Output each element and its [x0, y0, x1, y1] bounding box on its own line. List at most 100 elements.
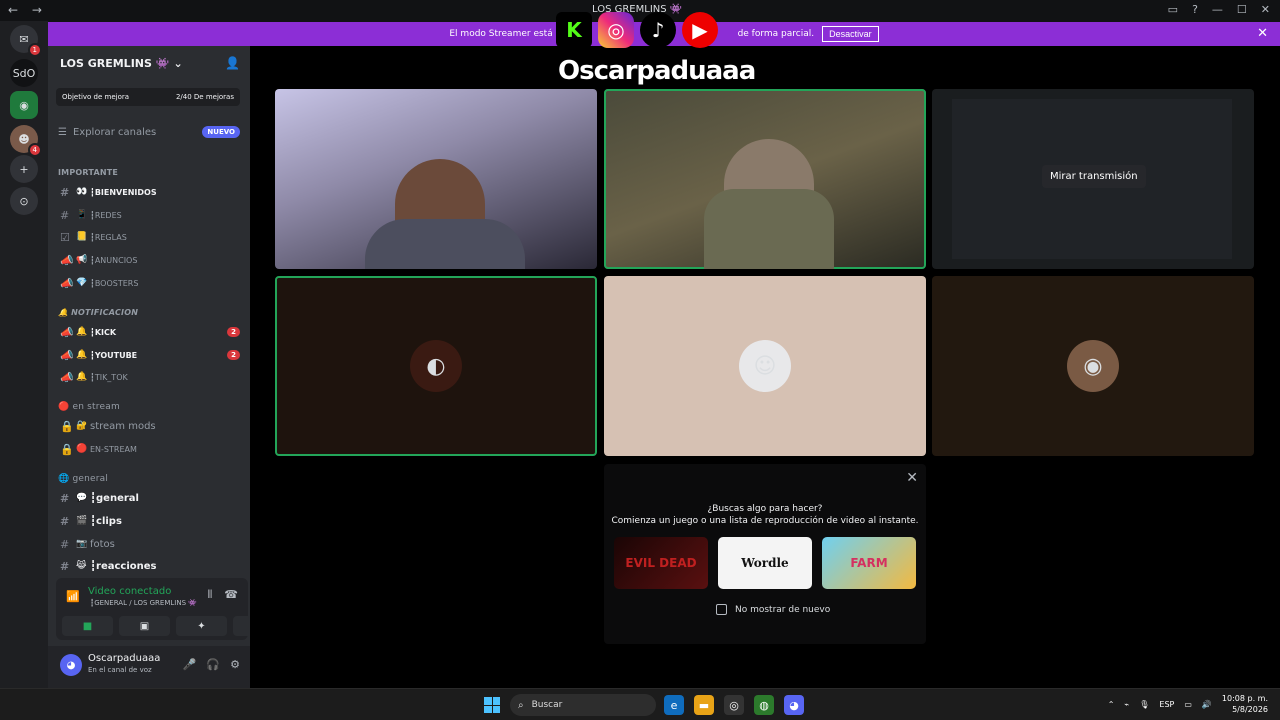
channel-anuncios[interactable]: 📣 📢 ┇ANUNCIOS — [60, 251, 240, 269]
file-explorer-icon[interactable]: ▬ — [694, 695, 714, 715]
microphone-icon[interactable]: 🎤 — [183, 658, 197, 671]
dont-show-checkbox[interactable] — [716, 604, 727, 615]
display-icon[interactable]: ▭ — [1184, 700, 1192, 709]
channel-redes[interactable]: # 📱 ┇REDES — [60, 206, 240, 224]
channel-youtube[interactable]: 📣 🔔 ┇YOUTUBE 2 — [60, 346, 240, 364]
video-tile-1[interactable] — [275, 89, 597, 269]
kick-logo-icon: K — [556, 12, 592, 48]
disable-streamer-button[interactable]: Desactivar — [822, 26, 879, 42]
search-icon: ⌕ — [518, 699, 524, 711]
gremlins-badge: 4 — [27, 143, 42, 157]
chevron-down-icon: ⌄ — [173, 56, 183, 70]
game-evil-dead[interactable]: EVIL DEAD — [614, 537, 708, 589]
category-notificacion[interactable]: 🔔 NOTIFICACION — [58, 308, 138, 317]
mention-badge: 2 — [227, 327, 240, 337]
channel-bienvenidos[interactable]: # 👀 ┇BIENVENIDOS — [60, 183, 240, 201]
avatar[interactable]: ◕ — [60, 654, 82, 676]
hash-icon: # — [60, 491, 70, 505]
add-server-icon[interactable]: + — [10, 155, 38, 183]
back-button[interactable]: ← — [8, 3, 18, 17]
category-general[interactable]: 🌐 general — [58, 474, 108, 484]
channel-reacciones[interactable]: # 😹 ┇reacciones — [60, 557, 240, 575]
language-indicator[interactable]: ESP — [1159, 700, 1174, 709]
direct-messages-icon[interactable]: ✉ 1 — [10, 25, 42, 57]
hash-icon: # — [60, 185, 70, 199]
hash-icon: # — [60, 537, 70, 551]
video-tile-6[interactable]: ◉ — [932, 276, 1254, 456]
user-name[interactable]: Oscarpaduaaa — [88, 653, 160, 664]
video-tile-5[interactable]: ☺ — [604, 276, 926, 456]
game-farm[interactable]: FARM — [822, 537, 916, 589]
boost-label: Objetivo de mejora — [62, 93, 130, 101]
banner-close-icon[interactable]: ✕ — [1257, 26, 1268, 41]
server-green-icon[interactable]: ◉ — [10, 91, 38, 119]
server-sdo-icon[interactable]: SdO — [10, 59, 38, 87]
app-icon[interactable]: ◎ — [724, 695, 744, 715]
channel-stream-mods[interactable]: 🔒 🔐 stream mods — [60, 417, 240, 435]
network-icon[interactable]: ⌁ — [1124, 700, 1129, 709]
taskbar-search[interactable]: ⌕ Buscar — [510, 694, 656, 716]
voice-status[interactable]: Video conectado — [88, 586, 171, 597]
boost-progress: 2/40 De mejoras — [175, 93, 234, 101]
minimize-icon[interactable]: — — [1212, 3, 1223, 16]
channel-sidebar: LOS GREMLINS 👾 ⌄ 👤 Objetivo de mejora 2/… — [48, 46, 284, 688]
screen-share-button[interactable]: ▣ — [119, 616, 170, 636]
chrome-icon[interactable]: ◍ — [754, 695, 774, 715]
discord-taskbar-icon[interactable]: ◕ — [784, 695, 804, 715]
hash-icon: # — [60, 208, 70, 222]
game-wordle[interactable]: Wordle — [718, 537, 812, 589]
watch-stream-button[interactable]: Mirar transmisión — [1042, 165, 1146, 188]
clock[interactable]: 10:08 p. m. 5/8/2026 — [1222, 693, 1268, 715]
gear-icon[interactable]: ⚙ — [230, 658, 240, 671]
channel-fotos[interactable]: # 📷 fotos — [60, 535, 240, 553]
server-header[interactable]: LOS GREMLINS 👾 ⌄ 👤 — [48, 46, 250, 80]
lock-icon: 🔒 — [60, 419, 74, 433]
edge-icon[interactable]: e — [664, 695, 684, 715]
chevron-up-icon[interactable]: ⌃ — [1108, 700, 1115, 709]
stream-preview-tile[interactable]: Mirar transmisión — [932, 89, 1254, 269]
signal-icon: 📶 — [66, 590, 80, 603]
maximize-icon[interactable]: ☐ — [1237, 3, 1247, 16]
channel-clips[interactable]: # 🎬 ┇clips — [60, 512, 240, 530]
discord-app: ← → LOS GREMLINS 👾 ▭ ? — ☐ ✕ El modo Str… — [0, 0, 1280, 688]
voice-location[interactable]: ┇GENERAL / LOS GREMLINS 👾 — [90, 599, 197, 607]
channel-boosters[interactable]: 📣 💎 ┇BOOSTERS — [60, 274, 240, 292]
inbox-icon[interactable]: ▭ — [1168, 3, 1178, 16]
megaphone-icon: 📣 — [60, 370, 74, 384]
activity-question: ¿Buscas algo para hacer? — [707, 504, 823, 514]
activity-suggestion-card: ✕ ¿Buscas algo para hacer? Comienza un j… — [604, 464, 926, 644]
channel-tiktok[interactable]: 📣 🔔 ┇TIK_TOK — [60, 368, 240, 386]
activities-button[interactable]: ✦ — [176, 616, 227, 636]
noise-suppression-icon[interactable]: ⦀ — [207, 588, 212, 602]
channel-general[interactable]: # 💬 ┇general — [60, 489, 240, 507]
instagram-logo-icon: ◎ — [598, 12, 634, 48]
help-icon[interactable]: ? — [1192, 3, 1198, 16]
close-icon[interactable]: ✕ — [1261, 3, 1270, 16]
discover-icon[interactable]: ⊙ — [10, 187, 38, 215]
forward-button[interactable]: → — [32, 3, 42, 17]
channel-reglas[interactable]: ☑ 📒 ┇REGLAS — [60, 228, 240, 246]
video-tile-4[interactable]: ◐ — [275, 276, 597, 456]
nav-buttons: ← → — [8, 3, 52, 17]
explore-channels[interactable]: ☰ Explorar canales NUEVO — [58, 126, 240, 138]
video-tile-2[interactable] — [604, 89, 926, 269]
camera-button[interactable]: ■ — [62, 616, 113, 636]
headphones-icon[interactable]: 🎧 — [206, 658, 220, 671]
microphone-tray-icon[interactable]: 🎙 — [1139, 700, 1149, 709]
boost-goal[interactable]: Objetivo de mejora 2/40 De mejoras — [56, 88, 240, 106]
channel-kick[interactable]: 📣 🔔 ┇KICK 2 — [60, 323, 240, 341]
category-importante[interactable]: IMPORTANTE — [58, 168, 118, 177]
user-status: En el canal de voz — [88, 666, 152, 674]
close-icon[interactable]: ✕ — [906, 470, 918, 486]
channel-en-stream[interactable]: 🔒 🔴 EN-STREAM — [60, 440, 240, 458]
invite-icon[interactable]: 👤 — [225, 56, 240, 70]
system-tray: ⌃ ⌁ 🎙 ESP ▭ 🔊 10:08 p. m. 5/8/2026 — [1108, 693, 1268, 715]
avatar: ☺ — [739, 340, 791, 392]
disconnect-icon[interactable]: ☎ — [224, 588, 238, 602]
server-gremlins-icon[interactable]: ☻ 4 — [10, 125, 42, 157]
avatar: ◐ — [410, 340, 462, 392]
category-en-stream[interactable]: 🔴 en stream — [58, 402, 120, 412]
dont-show-again[interactable]: No mostrar de nuevo — [716, 604, 830, 615]
start-button[interactable] — [484, 697, 500, 713]
volume-icon[interactable]: 🔊 — [1202, 700, 1212, 709]
